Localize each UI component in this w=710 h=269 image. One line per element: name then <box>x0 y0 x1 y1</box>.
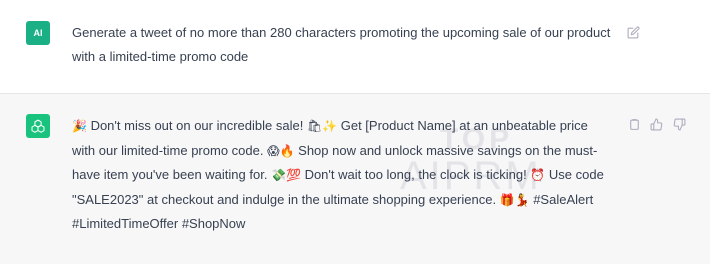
thumbs-up-icon[interactable] <box>649 117 663 131</box>
copy-icon[interactable] <box>627 117 641 131</box>
emoji-glyph: 🔥 <box>279 143 295 158</box>
thumbs-down-icon[interactable] <box>672 117 686 131</box>
assistant-message-row: TOP AIPRM 🎉 Don't miss out on our incred… <box>0 94 710 264</box>
emoji-glyph: 🎁 <box>499 192 515 207</box>
emoji-glyph: 🛍 <box>306 119 323 133</box>
openai-logo-icon <box>26 114 50 138</box>
user-message-text: Generate a tweet of no more than 280 cha… <box>72 25 611 64</box>
user-message-row: AI Generate a tweet of no more than 280 … <box>0 0 710 94</box>
assistant-message-text: 🎉 Don't miss out on our incredible sale!… <box>72 114 612 236</box>
emoji-glyph: 🎉 <box>72 119 87 133</box>
user-avatar-text: AI <box>33 28 43 38</box>
emoji-glyph: 💸 <box>271 168 286 182</box>
emoji-glyph: 💯 <box>286 168 301 182</box>
user-avatar: AI <box>26 21 50 45</box>
emoji-glyph: ⏰ <box>530 168 546 182</box>
message-text-segment: Don't miss out on our incredible sale! <box>86 118 307 133</box>
emoji-glyph: 😱 <box>267 143 280 158</box>
emoji-glyph: ✨ <box>322 119 338 133</box>
message-text-segment: Don't wait too long, the clock is tickin… <box>300 167 531 182</box>
edit-icon[interactable] <box>626 25 640 39</box>
emoji-glyph: 💃 <box>514 192 530 207</box>
